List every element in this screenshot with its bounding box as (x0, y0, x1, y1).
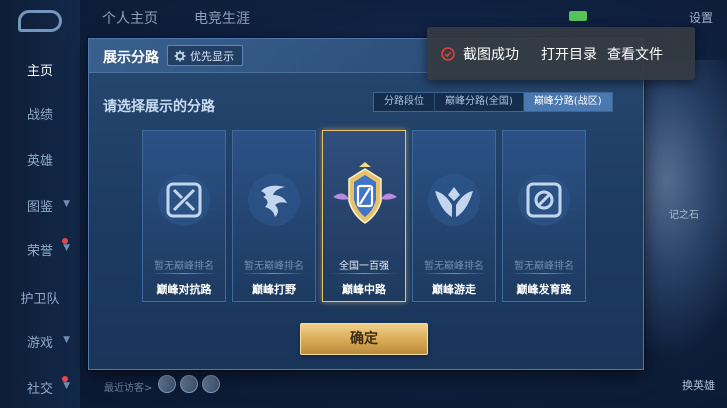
card-divider (331, 273, 397, 274)
sidebar-item-honor[interactable]: 荣誉 ▼ (0, 238, 80, 259)
screenshot-toast: 截图成功 打开目录 查看文件 (427, 27, 695, 80)
card-rank-text: 暂无巅峰排名 (244, 261, 304, 272)
sidebar-item-label: 图鉴 (26, 200, 53, 215)
farm-lane-icon (518, 174, 570, 226)
lane-card-roam[interactable]: 暂无巅峰排名 巅峰游走 (412, 130, 496, 302)
avatar[interactable] (202, 375, 220, 393)
game-logo-icon (18, 10, 62, 32)
sidebar-item-label: 英雄 (26, 154, 53, 169)
sidebar-item-guard[interactable]: 护卫队 (0, 288, 80, 307)
sidebar-item-label: 社交 (26, 382, 53, 397)
tab-esports-career[interactable]: 电竞生涯 (194, 8, 250, 28)
chevron-down-icon: ▼ (63, 335, 70, 345)
card-rank-text: 全国一百强 (339, 261, 389, 272)
gear-icon (174, 50, 186, 61)
dialog-title: 展示分路 (103, 50, 159, 66)
card-divider (241, 273, 307, 274)
sidebar-item-label: 主页 (26, 64, 53, 79)
card-rank-text: 暂无巅峰排名 (154, 261, 214, 272)
priority-display-button[interactable]: 优先显示 (167, 45, 243, 66)
sidebar-item-label: 游戏 (26, 336, 53, 351)
card-divider (421, 273, 487, 274)
lane-card-mid[interactable]: 全国一百强 巅峰中路 (322, 130, 406, 302)
sidebar-item-label: 护卫队 (20, 292, 60, 307)
battery-icon (569, 11, 587, 21)
settings-button[interactable]: 设置 (689, 9, 713, 26)
lane-card-farm[interactable]: 暂无巅峰排名 巅峰发育路 (502, 130, 586, 302)
card-lane-label: 巅峰中路 (342, 283, 386, 296)
sidebar-item-social[interactable]: 社交 ▼ (0, 376, 80, 397)
swap-hero-button[interactable]: 换英雄 (682, 377, 715, 393)
card-lane-label: 巅峰发育路 (516, 283, 572, 296)
sidebar-item-games[interactable]: 游戏 ▼ (0, 332, 80, 351)
dialog-subtitle: 请选择展示的分路 (103, 99, 215, 115)
lane-source-tabs: 分路段位 巅峰分路(全国) 巅峰分路(战区) (373, 92, 613, 112)
lane-card-clash[interactable]: 暂无巅峰排名 巅峰对抗路 (142, 130, 226, 302)
sidebar-item-label: 战绩 (26, 108, 53, 123)
view-file-link[interactable]: 查看文件 (607, 44, 663, 64)
priority-display-label: 优先显示 (190, 49, 234, 63)
sidebar-item-collection[interactable]: 图鉴 ▼ (0, 196, 80, 215)
lane-card-jungle[interactable]: 暂无巅峰排名 巅峰打野 (232, 130, 316, 302)
chevron-down-icon: ▼ (63, 243, 70, 253)
lane-display-dialog: 展示分路 优先显示 请选择展示的分路 分路段位 巅峰分路(全国) 巅峰分路(战区… (88, 38, 644, 370)
recent-visitors-link[interactable]: 最近访客> (104, 379, 152, 394)
card-lane-label: 巅峰对抗路 (156, 283, 212, 296)
avatar[interactable] (180, 375, 198, 393)
chevron-down-icon: ▼ (63, 381, 70, 391)
jungle-icon (248, 174, 300, 226)
sidebar-item-label: 荣誉 (26, 244, 53, 259)
tab-profile[interactable]: 个人主页 (102, 8, 158, 28)
card-rank-text: 暂无巅峰排名 (514, 261, 574, 272)
tab-lane-rank[interactable]: 分路段位 (374, 93, 435, 111)
chevron-down-icon: ▼ (63, 199, 70, 209)
card-rank-text: 暂无巅峰排名 (424, 261, 484, 272)
toast-status-text: 截图成功 (463, 46, 519, 63)
open-directory-link[interactable]: 打开目录 (541, 44, 597, 64)
card-lane-label: 巅峰打野 (252, 283, 296, 296)
mid-lane-emblem-icon (333, 162, 397, 224)
confirm-button[interactable]: 确定 (300, 323, 428, 355)
sidebar-item-home[interactable]: 主页 (0, 60, 80, 79)
card-divider (151, 273, 217, 274)
card-divider (511, 273, 577, 274)
sidebar-item-record[interactable]: 战绩 (0, 104, 80, 123)
hero-caption: 记之石 (669, 210, 699, 221)
sidebar: 主页 战绩 英雄 图鉴 ▼ 荣誉 ▼ 护卫队 游戏 ▼ 社交 ▼ (0, 0, 80, 408)
sidebar-item-heroes[interactable]: 英雄 (0, 150, 80, 169)
tab-peak-lane-national[interactable]: 巅峰分路(全国) (435, 93, 524, 111)
card-lane-label: 巅峰游走 (432, 283, 476, 296)
avatar[interactable] (158, 375, 176, 393)
clash-lane-icon (158, 174, 210, 226)
tab-peak-lane-region[interactable]: 巅峰分路(战区) (523, 93, 612, 111)
check-circle-icon (441, 46, 455, 61)
roam-icon (428, 174, 480, 226)
